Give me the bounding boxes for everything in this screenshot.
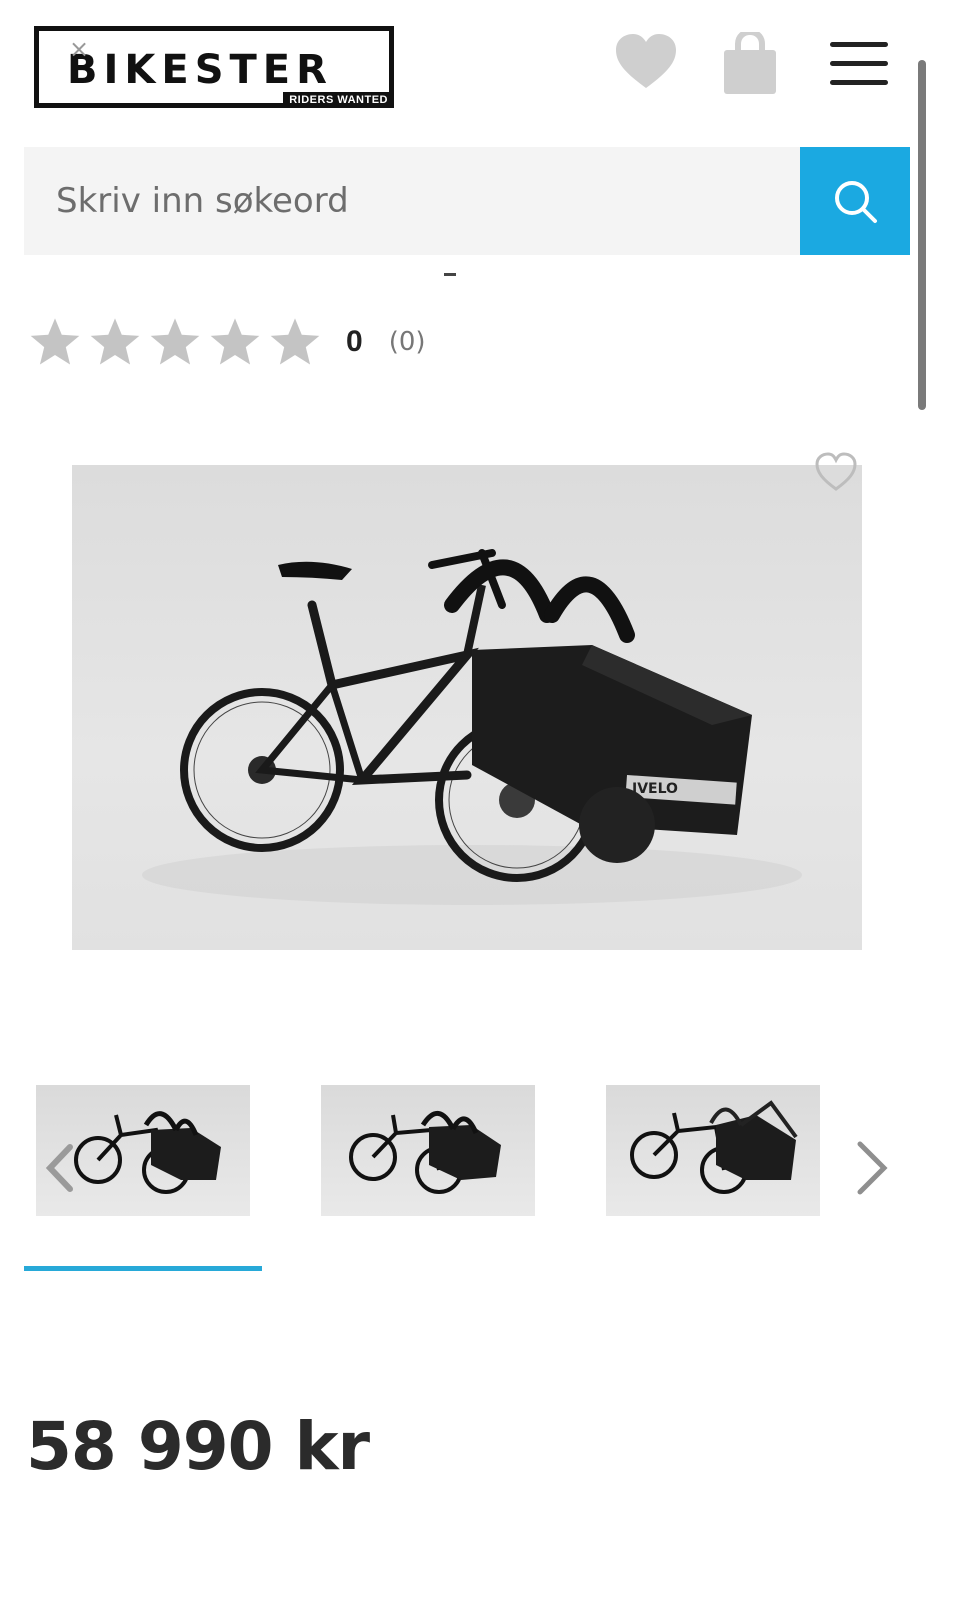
heart-icon[interactable] — [614, 32, 678, 92]
cargo-bike-image: IVELO — [142, 549, 802, 905]
star-icon — [210, 318, 260, 365]
search-button[interactable] — [800, 147, 910, 255]
bikester-logo[interactable]: BIKESTER × RIDERS WANTED — [34, 26, 394, 108]
chevron-left-icon[interactable] — [40, 1143, 80, 1193]
menu-icon[interactable] — [830, 42, 888, 92]
thumbnail-2[interactable] — [321, 1085, 535, 1216]
star-icon — [270, 318, 320, 365]
star-icon — [30, 318, 80, 365]
rating-count[interactable]: (0) — [389, 327, 426, 357]
star-icon — [150, 318, 200, 365]
page-scrollbar[interactable] — [918, 60, 926, 410]
rating-value: 0 — [346, 325, 363, 358]
product-rating[interactable]: 0 (0) — [28, 312, 426, 372]
product-main-image[interactable]: IVELO — [72, 465, 862, 950]
chevron-right-icon[interactable] — [852, 1138, 892, 1198]
thumbnail-image — [630, 1100, 798, 1194]
search-bar — [24, 147, 910, 255]
logo-text: BIKESTER — [67, 47, 333, 93]
thumbnail-3[interactable] — [606, 1085, 820, 1216]
search-icon — [835, 181, 877, 223]
site-header: BIKESTER × RIDERS WANTED — [0, 0, 960, 130]
menu-line — [830, 61, 888, 66]
menu-line — [830, 42, 888, 47]
wishlist-heart-icon[interactable] — [814, 452, 858, 492]
shopping-bag-icon[interactable] — [720, 32, 780, 96]
star-icon — [90, 318, 140, 365]
thumbnail-strip — [36, 1085, 896, 1217]
product-price: 58 990 kr — [26, 1408, 370, 1485]
menu-line — [830, 80, 888, 85]
thumbnail-image — [349, 1111, 501, 1194]
search-input[interactable] — [24, 147, 800, 255]
logo-tagline: RIDERS WANTED — [283, 92, 394, 108]
gallery-progress-bar — [24, 1266, 262, 1271]
close-icon[interactable]: × — [69, 35, 89, 63]
divider — [444, 273, 456, 276]
